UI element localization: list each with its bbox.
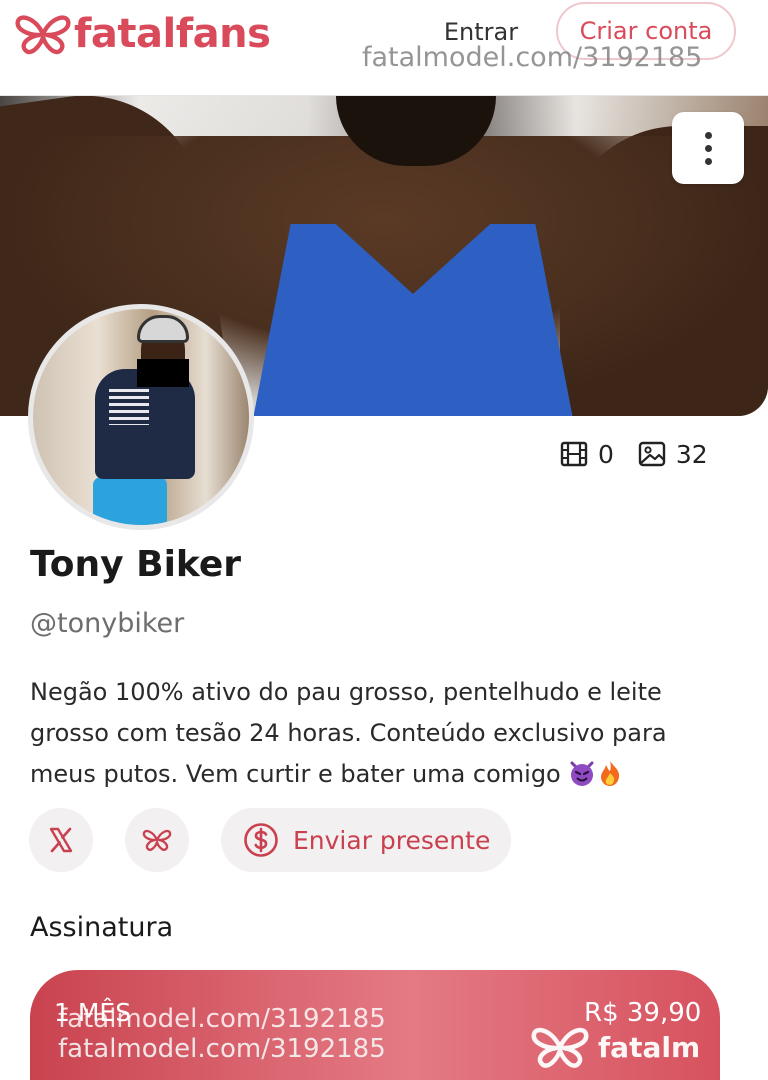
video-count[interactable]: 0 [560,440,614,469]
watermark-logo-text: fatalm [598,1030,701,1064]
media-stats: 0 32 [560,436,708,472]
photo-count-value: 32 [675,439,708,469]
send-gift-button[interactable]: Enviar presente [221,808,511,872]
send-gift-label: Enviar presente [293,825,491,855]
watermark-text: fatalmodel.com/3192185 [58,1034,386,1064]
fire-emoji-icon [601,761,620,786]
more-options-button[interactable] [672,112,744,184]
watermark-text: fatalmodel.com/3192185 [58,1004,386,1034]
more-vertical-icon [704,131,712,139]
devil-emoji-icon [570,761,594,786]
watermark-logo: fatalm [528,1024,700,1070]
logo-text: fatalfans [74,11,271,57]
fatalfans-logo[interactable]: fatalfans [14,8,271,60]
fatal-butterfly-icon [142,829,172,851]
x-logo-icon [49,827,73,853]
profile-name: Tony Biker [30,544,242,585]
watermark-text: fatalmodel.com/3192185 [362,42,703,73]
video-count-value: 0 [598,439,614,469]
twitter-link-button[interactable] [29,808,93,872]
butterfly-logo-icon [531,1027,589,1068]
profile-handle: @tonybiker [30,608,185,639]
film-icon [560,441,588,467]
avatar[interactable] [28,304,254,530]
photo-count[interactable]: 32 [638,440,708,469]
butterfly-logo-icon [15,15,71,55]
profile-bio: Negão 100% ativo do pau grosso, pentelhu… [30,672,730,795]
fatal-profile-button[interactable] [125,808,189,872]
subscription-heading: Assinatura [30,912,174,943]
image-icon [638,441,666,467]
dollar-circle-icon [244,823,278,857]
top-header: fatalfans Entrar Criar conta fatalmodel.… [0,0,768,96]
